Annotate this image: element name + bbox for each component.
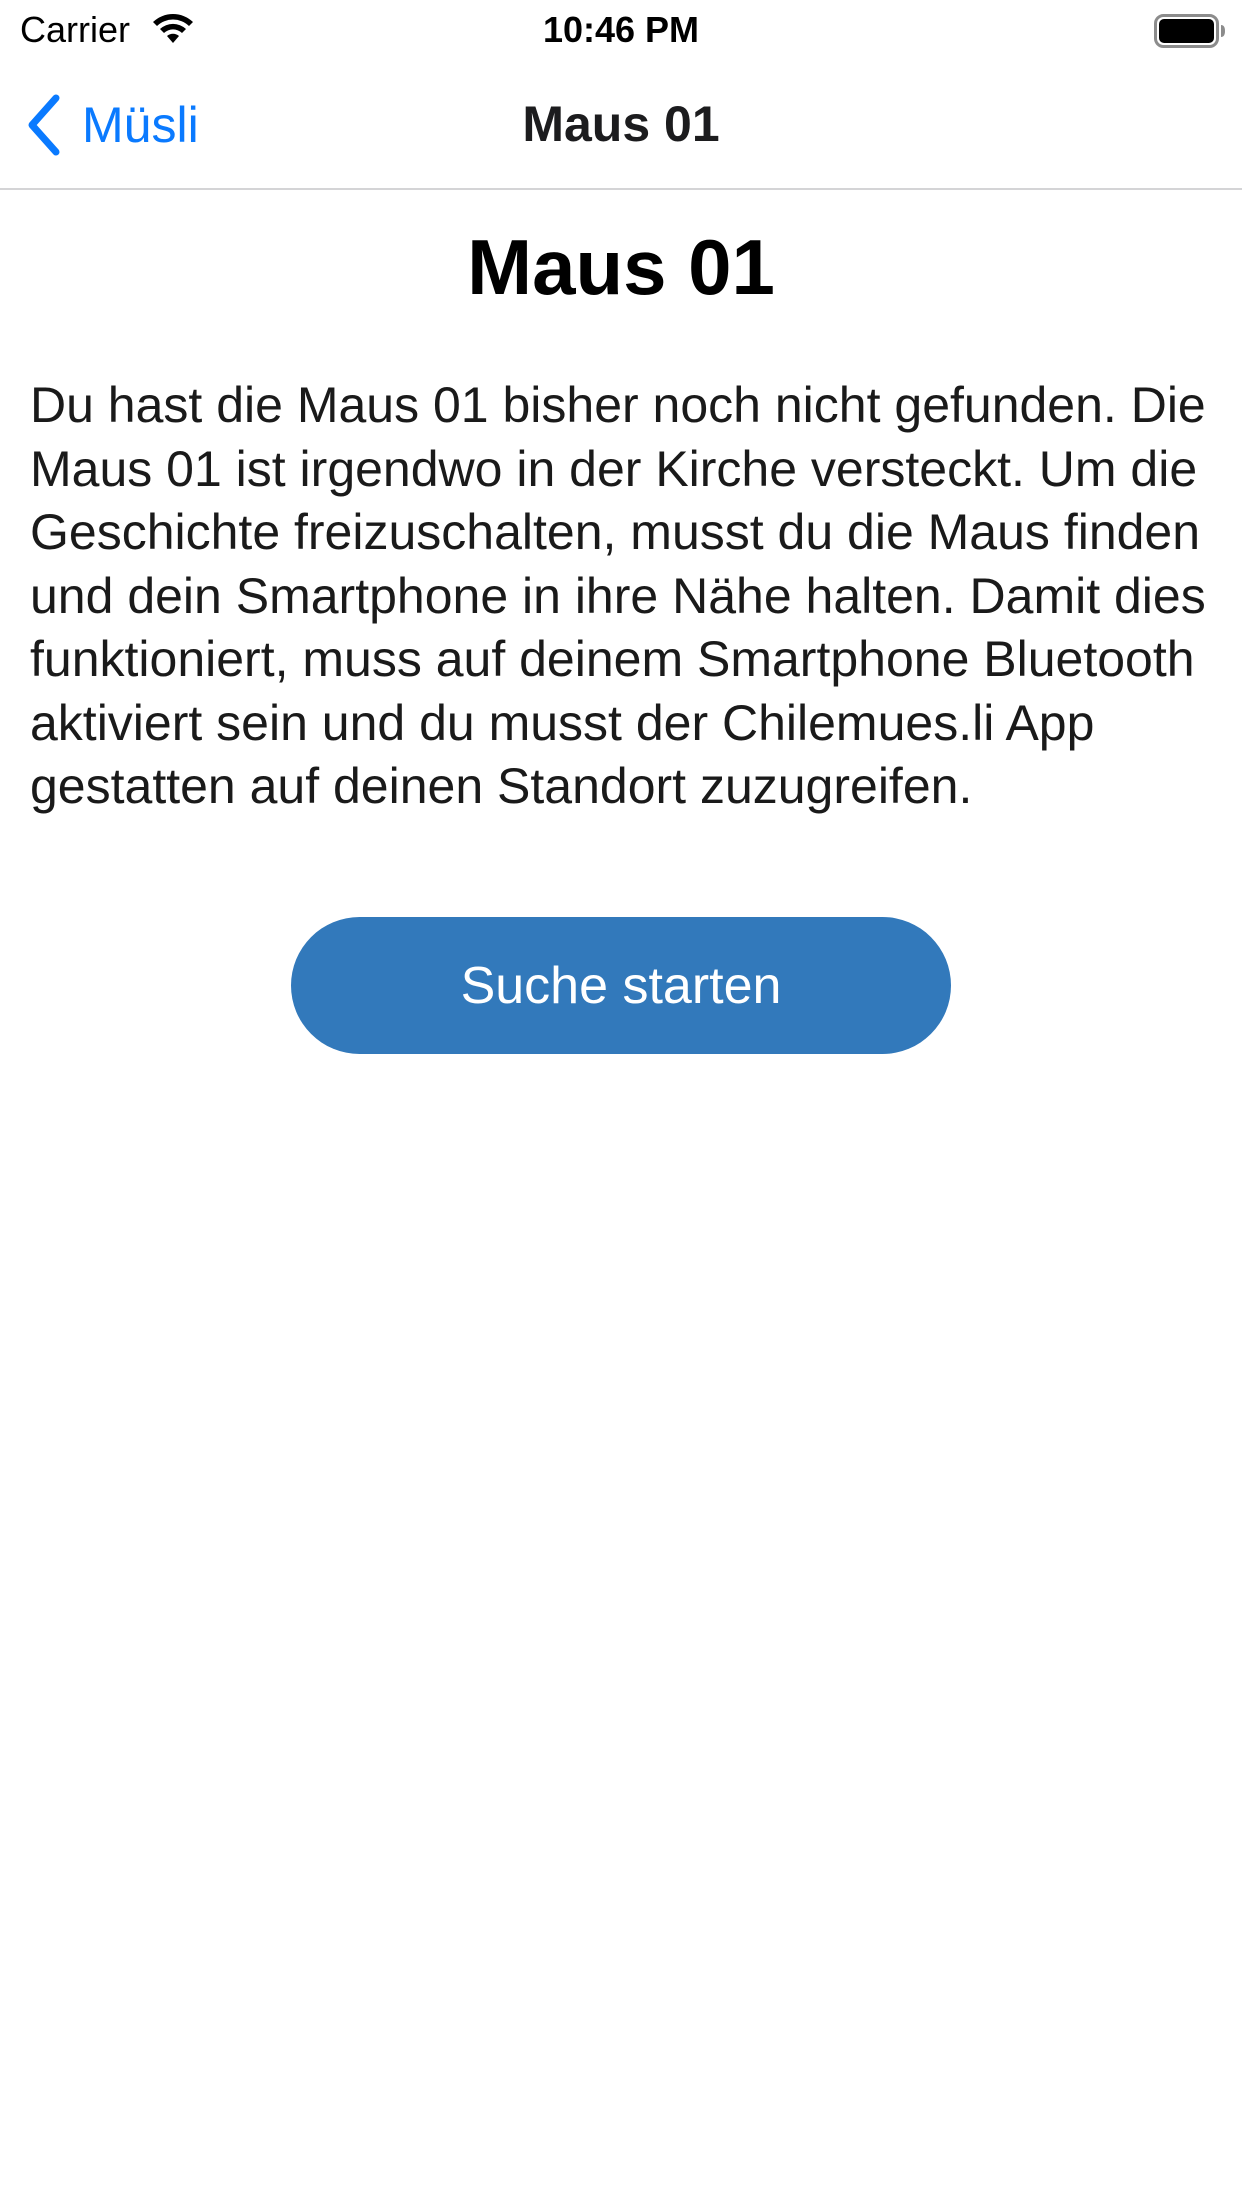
start-search-button[interactable]: Suche starten — [291, 917, 951, 1054]
description-text: Du hast die Maus 01 bisher noch nicht ge… — [30, 377, 1206, 814]
screen: Carrier 10:46 PM Müsli Maus 01 Maus 01 D… — [0, 0, 1242, 2208]
navigation-bar: Müsli Maus 01 — [0, 60, 1242, 190]
status-bar: Carrier 10:46 PM — [0, 0, 1242, 60]
nav-title: Maus 01 — [522, 96, 720, 152]
status-time: 10:46 PM — [542, 9, 700, 50]
page-title: Maus 01 — [467, 223, 775, 311]
battery-icon — [1154, 14, 1225, 48]
